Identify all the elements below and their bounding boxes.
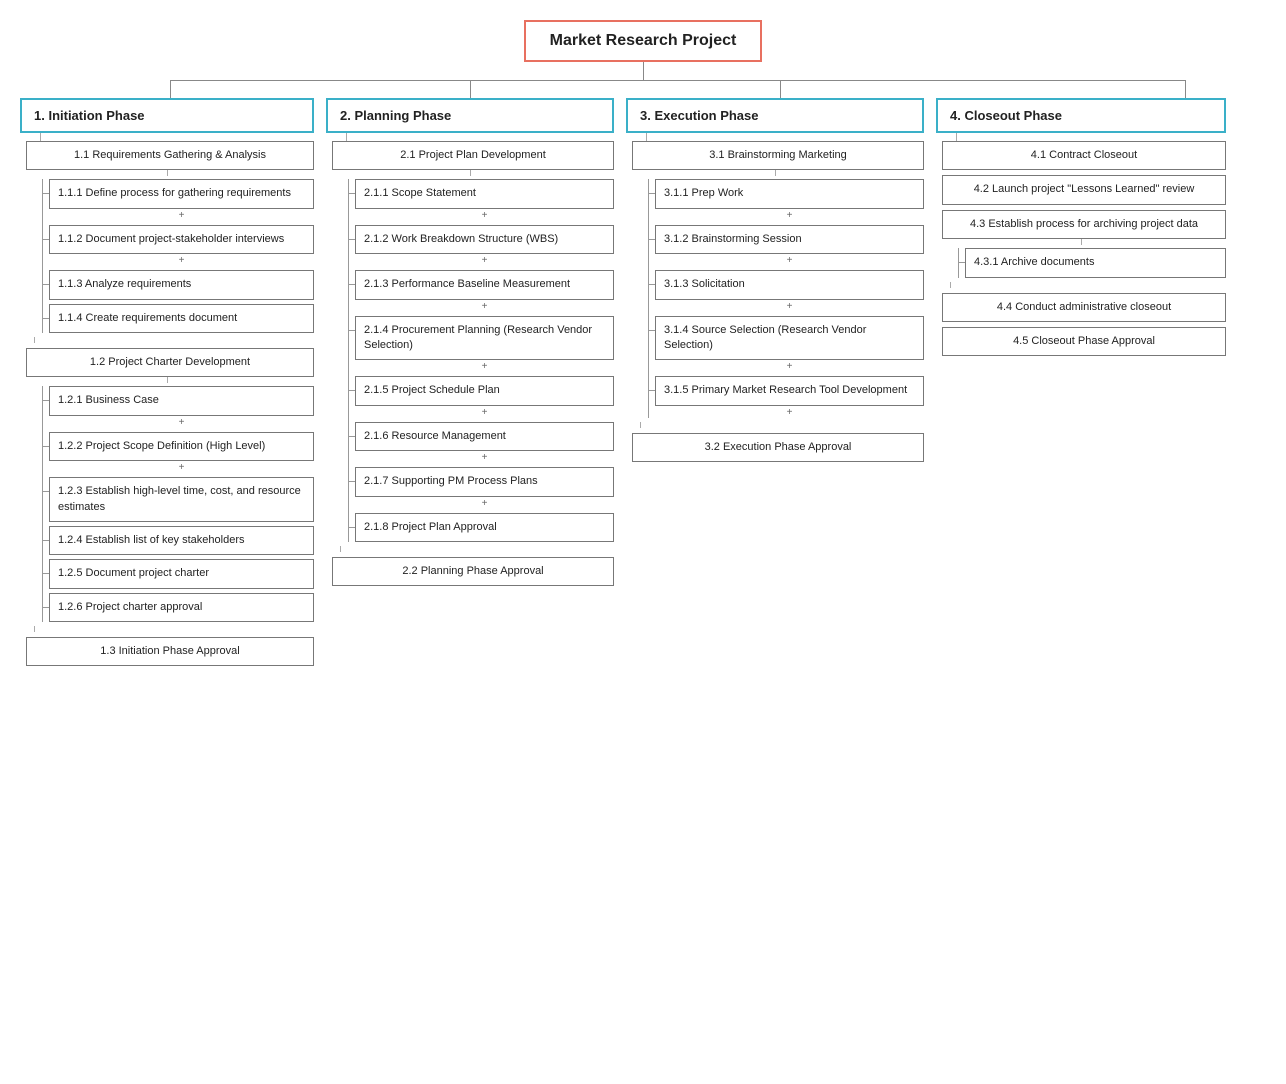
node-1-2-4: 1.2.4 Establish list of key stakeholders [49, 526, 314, 555]
children-1-2: 1.2.1 Business Case + 1.2.2 Project Scop… [42, 386, 314, 622]
node-1-1-2: 1.1.2 Document project-stakeholder inter… [49, 225, 314, 266]
section-1-1: 1.1 Requirements Gathering & Analysis 1.… [20, 141, 314, 343]
node-3-1: 3.1 Brainstorming Marketing [632, 141, 924, 170]
phase2-header: 2. Planning Phase [326, 98, 614, 133]
node-4-1: 4.1 Contract Closeout [942, 141, 1226, 170]
children-4-3: 4.3.1 Archive documents [958, 248, 1226, 277]
node-3-1-1: 3.1.1 Prep Work + [655, 179, 924, 220]
section-4-2: 4.2 Launch project "Lessons Learned" rev… [936, 175, 1226, 204]
section-2-1: 2.1 Project Plan Development 2.1.1 Scope… [326, 141, 614, 552]
node-3-1-3: 3.1.3 Solicitation + [655, 270, 924, 311]
phase3-header: 3. Execution Phase [626, 98, 924, 133]
node-1-1-4: 1.1.4 Create requirements document [49, 304, 314, 333]
node-2-1-7: 2.1.7 Supporting PM Process Plans + [355, 467, 614, 508]
section-4-1: 4.1 Contract Closeout [936, 141, 1226, 170]
node-4-3: 4.3 Establish process for archiving proj… [942, 210, 1226, 239]
node-1-2-3: 1.2.3 Establish high-level time, cost, a… [49, 477, 314, 522]
node-2-1-5: 2.1.5 Project Schedule Plan + [355, 376, 614, 417]
diagram-container: Market Research Project 1. Initiation Ph… [20, 20, 1266, 671]
node-2-1: 2.1 Project Plan Development [332, 141, 614, 170]
root-node: Market Research Project [20, 20, 1266, 62]
root-title: Market Research Project [524, 20, 763, 62]
children-2-1: 2.1.1 Scope Statement + 2.1.2 Work Break… [348, 179, 614, 542]
node-4-5: 4.5 Closeout Phase Approval [942, 327, 1226, 356]
node-1-3: 1.3 Initiation Phase Approval [26, 637, 314, 666]
phase1-col: 1. Initiation Phase 1.1 Requirements Gat… [20, 98, 320, 671]
section-3-2: 3.2 Execution Phase Approval [626, 433, 924, 462]
node-3-1-4: 3.1.4 Source Selection (Research Vendor … [655, 316, 924, 373]
phase3-col: 3. Execution Phase 3.1 Brainstorming Mar… [620, 98, 930, 467]
node-2-1-3: 2.1.3 Performance Baseline Measurement + [355, 270, 614, 311]
section-1-2: 1.2 Project Charter Development 1.2.1 Bu… [20, 348, 314, 632]
node-1-2: 1.2 Project Charter Development [26, 348, 314, 377]
phase1-header: 1. Initiation Phase [20, 98, 314, 133]
node-4-4: 4.4 Conduct administrative closeout [942, 293, 1226, 322]
phase2-col: 2. Planning Phase 2.1 Project Plan Devel… [320, 98, 620, 591]
node-1-2-5: 1.2.5 Document project charter [49, 559, 314, 588]
node-1-1: 1.1 Requirements Gathering & Analysis [26, 141, 314, 170]
section-4-4: 4.4 Conduct administrative closeout [936, 293, 1226, 322]
node-4-2: 4.2 Launch project "Lessons Learned" rev… [942, 175, 1226, 204]
node-3-1-2: 3.1.2 Brainstorming Session + [655, 225, 924, 266]
node-2-1-2: 2.1.2 Work Breakdown Structure (WBS) + [355, 225, 614, 266]
children-1-1: 1.1.1 Define process for gathering requi… [42, 179, 314, 333]
node-2-1-4: 2.1.4 Procurement Planning (Research Ven… [355, 316, 614, 373]
node-1-2-2: 1.2.2 Project Scope Definition (High Lev… [49, 432, 314, 473]
node-1-1-3: 1.1.3 Analyze requirements [49, 270, 314, 299]
section-3-1: 3.1 Brainstorming Marketing 3.1.1 Prep W… [626, 141, 924, 428]
node-3-1-5: 3.1.5 Primary Market Research Tool Devel… [655, 376, 924, 417]
phase4-header: 4. Closeout Phase [936, 98, 1226, 133]
phases-grid: 1. Initiation Phase 1.1 Requirements Gat… [20, 98, 1266, 671]
phase4-col: 4. Closeout Phase 4.1 Contract Closeout … [930, 98, 1226, 361]
section-4-5: 4.5 Closeout Phase Approval [936, 327, 1226, 356]
section-4-3: 4.3 Establish process for archiving proj… [936, 210, 1226, 288]
children-3-1: 3.1.1 Prep Work + 3.1.2 Brainstorming Se… [648, 179, 924, 417]
node-2-1-1: 2.1.1 Scope Statement + [355, 179, 614, 220]
node-1-1-1: 1.1.1 Define process for gathering requi… [49, 179, 314, 220]
node-4-3-1: 4.3.1 Archive documents [965, 248, 1226, 277]
node-3-2: 3.2 Execution Phase Approval [632, 433, 924, 462]
node-1-2-6: 1.2.6 Project charter approval [49, 593, 314, 622]
node-2-1-8: 2.1.8 Project Plan Approval [355, 513, 614, 542]
section-1-3: 1.3 Initiation Phase Approval [20, 637, 314, 666]
node-2-2: 2.2 Planning Phase Approval [332, 557, 614, 586]
node-2-1-6: 2.1.6 Resource Management + [355, 422, 614, 463]
node-1-2-1: 1.2.1 Business Case + [49, 386, 314, 427]
section-2-2: 2.2 Planning Phase Approval [326, 557, 614, 586]
